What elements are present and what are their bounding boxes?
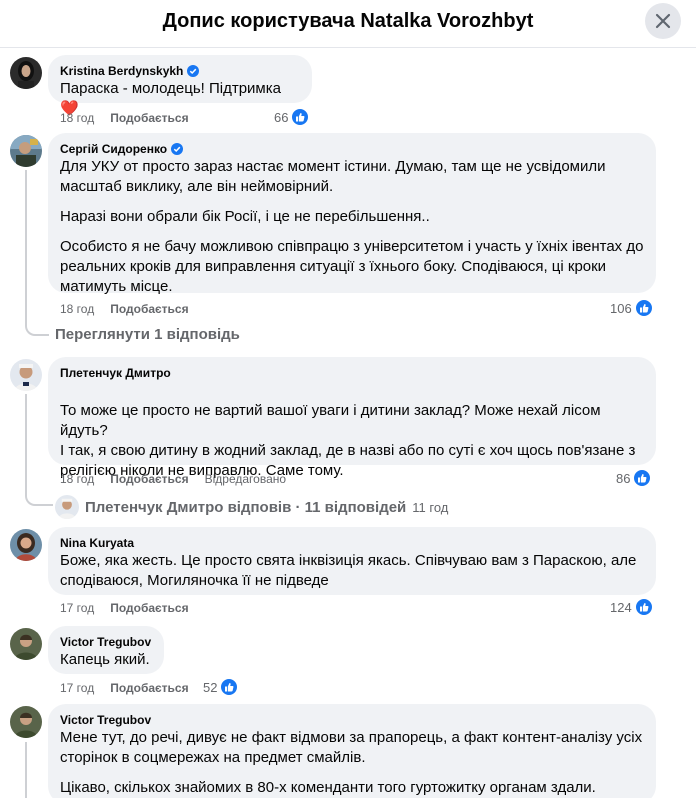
avatar[interactable] [10, 529, 42, 561]
comment-bubble: Kristina Berdynskykh Параска - молодець!… [48, 55, 312, 117]
avatar[interactable] [10, 57, 42, 89]
reaction-count[interactable]: 52 [203, 678, 239, 696]
comment-meta: 18 год Подобається [60, 301, 189, 317]
avatar [55, 495, 79, 519]
avatar[interactable] [10, 359, 42, 391]
like-icon [291, 108, 310, 126]
comment-bubble: Сергій Сидоренко Для УКУ от просто зараз… [48, 133, 656, 295]
comment-text: Капець який. [60, 651, 150, 668]
reaction-count[interactable]: 106 [610, 299, 653, 317]
thread-line [25, 394, 53, 506]
thread-line [25, 742, 27, 798]
comment-time[interactable]: 17 год [60, 600, 94, 616]
comment-time[interactable]: 18 год [60, 471, 94, 487]
avatar[interactable] [10, 135, 42, 167]
reaction-count[interactable]: 86 [616, 469, 652, 487]
thread-line [25, 170, 49, 336]
verified-badge-icon [187, 65, 200, 77]
comment-time[interactable]: 18 год [60, 110, 94, 126]
comment-meta: 18 год Подобається [60, 110, 189, 126]
dialog-title: Допис користувача Natalka Vorozhbyt [162, 10, 534, 32]
comment-meta: 17 год Подобається [60, 680, 189, 696]
reaction-count[interactable]: 124 [610, 598, 653, 616]
comment-meta: 17 год Подобається [60, 600, 189, 616]
like-button[interactable]: Подобається [110, 471, 188, 487]
comment-text: Для УКУ от просто зараз настає момент іс… [60, 158, 644, 295]
comment-time[interactable]: 17 год [60, 680, 94, 696]
verified-badge-icon [171, 143, 184, 155]
like-button[interactable]: Подобається [110, 600, 188, 616]
view-replies-link[interactable]: Плетенчук Дмитро відповів · 11 відповіде… [55, 495, 448, 519]
comment-author[interactable]: Victor Tregubov [60, 634, 151, 650]
comment-author[interactable]: Kristina Berdynskykh [60, 63, 183, 79]
comment-author[interactable]: Плетенчук Дмитро [60, 365, 171, 381]
comment-text: Боже, яка жесть. Це просто свята інквізи… [60, 552, 637, 589]
avatar[interactable] [10, 706, 42, 738]
like-icon [634, 299, 653, 317]
close-icon [655, 13, 671, 29]
comment-text: Мене тут, до речі, дивує не факт відмови… [60, 729, 643, 796]
comment-bubble: Nina Kuryata Боже, яка жесть. Це просто … [48, 527, 656, 595]
comment-bubble: Victor Tregubov Мене тут, до речі, дивує… [48, 704, 656, 798]
like-icon [634, 598, 653, 616]
reaction-count[interactable]: 66 [274, 108, 310, 126]
comment-bubble: Плетенчук Дмитро То може це просто не ва… [48, 357, 656, 479]
like-button[interactable]: Подобається [110, 110, 188, 126]
close-button[interactable] [645, 3, 681, 39]
comment-author[interactable]: Nina Kuryata [60, 535, 134, 551]
like-button[interactable]: Подобається [110, 680, 188, 696]
like-button[interactable]: Подобається [110, 301, 188, 317]
dialog-header: Допис користувача Natalka Vorozhbyt [0, 0, 696, 48]
comment-time[interactable]: 18 год [60, 301, 94, 317]
edited-label: Відредаговано [204, 472, 287, 486]
view-replies-link[interactable]: Переглянути 1 відповідь [55, 326, 240, 343]
comment-meta: 18 год Подобається Відредаговано [60, 471, 286, 487]
comment-bubble: Victor Tregubov Капець який. [48, 626, 164, 674]
avatar[interactable] [10, 628, 42, 660]
comment-author[interactable]: Victor Tregubov [60, 712, 151, 728]
like-icon [220, 678, 239, 696]
like-icon [633, 469, 652, 487]
comment-text: То може це просто не вартий вашої уваги … [60, 402, 636, 479]
comment-author[interactable]: Сергій Сидоренко [60, 141, 167, 157]
